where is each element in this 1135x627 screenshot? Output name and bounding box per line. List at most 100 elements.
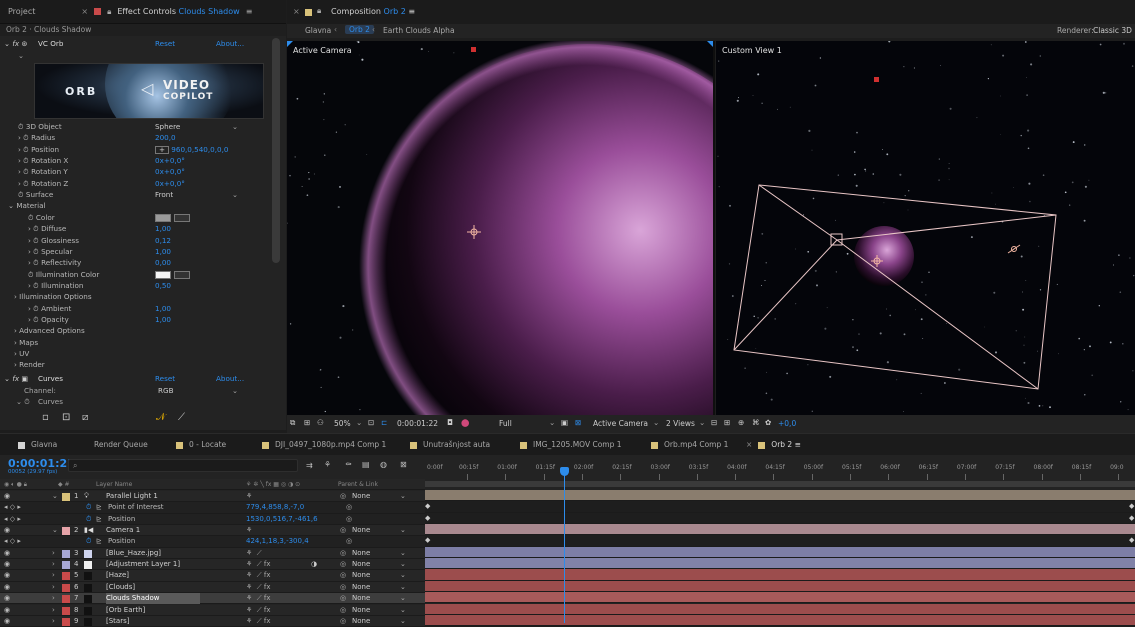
work-area-bar[interactable]: [425, 481, 1135, 487]
visibility-eye-icon[interactable]: ◉: [4, 548, 10, 559]
close-icon[interactable]: ×: [81, 7, 88, 16]
layer-switches[interactable]: ⚘ ⟋ fx: [246, 570, 270, 581]
timeline-tab-5[interactable]: IMG_1205.MOV Comp 1: [520, 434, 622, 456]
chevron-down-icon[interactable]: ⌄: [400, 616, 406, 627]
prop-row-rotation-y[interactable]: › ⏱︎ Rotation Y 0x+0,0°: [0, 166, 280, 177]
prop-row-color[interactable]: ⏱︎ Color: [0, 212, 280, 223]
prop-value-12[interactable]: 0,00: [155, 257, 171, 268]
timeline-tab-2[interactable]: 0 - Locate: [176, 434, 226, 456]
orb-effect-chevron[interactable]: ⌄: [0, 50, 280, 61]
camera-frustum[interactable]: [733, 184, 1057, 390]
orb-effect-header[interactable]: ⌄ fx ⊛ VC Orb Reset About...: [0, 38, 280, 49]
views-layout-dropdown[interactable]: 2 Views: [666, 419, 695, 428]
curves-effect-header[interactable]: ⌄ fx ▣ Curves Reset About...: [0, 373, 280, 384]
curve-pencil-icon[interactable]: ⟋: [178, 412, 185, 423]
chevron-down-icon[interactable]: ⌄: [400, 491, 406, 502]
camera-snapshot-icon[interactable]: ◘: [447, 418, 453, 427]
close-icon[interactable]: ×: [746, 440, 752, 449]
lock-icon[interactable]: 🔒︎: [107, 7, 111, 17]
layer-row-1[interactable]: ◉ ⌄ 1 💡︎ Parallel Light 1 ⚘ ◎ None ⌄: [0, 491, 425, 503]
expand-chevron-icon[interactable]: ›: [52, 593, 55, 604]
layer-switches[interactable]: ⚘ ⟋: [246, 548, 262, 559]
viewer-custom-view[interactable]: Custom View 1: [716, 41, 1135, 415]
fit-icon[interactable]: ⊡: [368, 418, 374, 427]
layer-property-row[interactable]: ◂ ◇ ▸ ⏱︎ ⊵ Position 424,1,18,3,-300,4 ◎: [0, 536, 425, 548]
chevron-down-icon[interactable]: ⌄: [232, 121, 238, 132]
property-value[interactable]: 779,4,858,8,-7,0: [246, 502, 304, 513]
visibility-eye-icon[interactable]: ◉: [4, 491, 10, 502]
stopwatch-icon[interactable]: ⏱︎: [86, 536, 91, 547]
curves-reset-link[interactable]: Reset: [155, 373, 175, 384]
prop-row-render[interactable]: › Render: [0, 359, 280, 370]
layer-name[interactable]: Camera 1: [106, 525, 140, 536]
motion-blur-icon[interactable]: ◍: [380, 460, 387, 469]
shy-icon[interactable]: ⚰: [345, 460, 352, 469]
stopwatch-icon[interactable]: ⏱︎: [86, 502, 91, 513]
zoom-dropdown[interactable]: 50%: [334, 419, 351, 428]
parent-dropdown[interactable]: None: [352, 548, 370, 559]
visibility-eye-icon[interactable]: ◉: [4, 605, 10, 616]
timeline-tab-1[interactable]: Render Queue: [94, 434, 148, 456]
curves-curves-row[interactable]: ⌄ ⏱︎ Curves: [0, 396, 280, 407]
layer-row-5[interactable]: ◉ › 5 [Haze] ⚘ ⟋ fx ◎ None ⌄: [0, 570, 425, 582]
prop-position-value[interactable]: + 960,0,540,0,0,0: [155, 144, 228, 155]
keyframe-icon[interactable]: ◆: [1129, 536, 1134, 544]
tab-effect-controls[interactable]: Effect Controls Clouds Shadow: [117, 7, 239, 16]
parent-dropdown[interactable]: None: [352, 593, 370, 604]
layer-name[interactable]: [Adjustment Layer 1]: [106, 559, 180, 570]
layer-name[interactable]: [Haze]: [106, 570, 129, 581]
timeline-tab-0[interactable]: Glavna: [18, 434, 57, 456]
layer-label-color[interactable]: [62, 561, 70, 570]
timeline-icon[interactable]: ⊕: [738, 418, 744, 427]
curves-channel-dropdown[interactable]: RGB: [158, 385, 174, 396]
layer-label-color[interactable]: [62, 527, 70, 536]
prop-value-17[interactable]: 1,00: [155, 314, 171, 325]
prop-row-surface[interactable]: ⏱︎ Surface Front ⌄: [0, 189, 280, 200]
layer-label-color[interactable]: [62, 617, 70, 626]
property-value[interactable]: 424,1,18,3,-300,4: [246, 536, 309, 547]
graph-icon[interactable]: ⊵: [96, 514, 102, 525]
prop-dropdown-0[interactable]: Sphere: [155, 121, 180, 132]
grid-icon[interactable]: ⊞: [304, 418, 310, 427]
chevron-down-icon[interactable]: ⌄: [232, 385, 238, 396]
layer-duration-bar[interactable]: [425, 490, 1135, 502]
visibility-eye-icon[interactable]: ◉: [4, 593, 10, 604]
prop-row-uv[interactable]: › UV: [0, 348, 280, 359]
visibility-eye-icon[interactable]: ◉: [4, 525, 10, 536]
transparency-icon[interactable]: ▣: [561, 418, 568, 427]
prop-value-3[interactable]: 0x+0,0°: [155, 155, 185, 166]
viewer-timecode[interactable]: 0:00:01:22: [397, 419, 438, 428]
graph-icon[interactable]: ⊵: [96, 502, 102, 513]
layer-label-color[interactable]: [62, 583, 70, 592]
lock-icon[interactable]: 🔒︎: [317, 6, 321, 16]
chevron-down-icon[interactable]: ⌄: [400, 525, 406, 536]
parent-dropdown[interactable]: None: [352, 525, 370, 536]
flowchart-icon[interactable]: ⌘: [752, 418, 760, 427]
prop-row-radius[interactable]: › ⏱︎ Radius 200,0: [0, 132, 280, 143]
layer-switches[interactable]: ⚘ ⟋ fx: [246, 559, 270, 570]
prop-value-16[interactable]: 1,00: [155, 303, 171, 314]
prop-value-10[interactable]: 0,12: [155, 235, 171, 246]
quality-dropdown[interactable]: Full: [499, 419, 512, 428]
parent-dropdown[interactable]: None: [352, 605, 370, 616]
chevron-down-icon[interactable]: ⌄: [699, 418, 705, 427]
tab-composition[interactable]: Composition Orb 2 ≡: [331, 7, 415, 16]
exposure-icon[interactable]: ✿: [765, 418, 771, 427]
chevron-down-icon[interactable]: ⌄: [400, 570, 406, 581]
layer-name[interactable]: [Orb Earth]: [106, 605, 145, 616]
layer-switches[interactable]: ⚘ ⟋ fx: [246, 593, 270, 604]
panel-scrollbar[interactable]: [272, 38, 280, 263]
pickwhip-icon[interactable]: ◎: [346, 536, 352, 547]
timeline-tab-7[interactable]: × Orb 2 ≡: [746, 434, 801, 456]
prop-value-9[interactable]: 1,00: [155, 223, 171, 234]
breadcrumb-orb2[interactable]: Orb 2: [345, 25, 374, 34]
chevron-down-icon[interactable]: ⌄: [400, 593, 406, 604]
breadcrumb-glavna[interactable]: Glavna: [305, 26, 331, 35]
crosshair-icon[interactable]: +: [155, 146, 169, 154]
prop-value-14[interactable]: 0,50: [155, 280, 171, 291]
chevron-down-icon[interactable]: ⌄: [356, 418, 362, 427]
snapshot-icon[interactable]: ⧉: [290, 418, 295, 428]
curves-fx-icon[interactable]: ⌄ fx ▣: [4, 373, 28, 384]
expand-chevron-icon[interactable]: ›: [52, 570, 55, 581]
graph-icon[interactable]: ⊵: [96, 536, 102, 547]
